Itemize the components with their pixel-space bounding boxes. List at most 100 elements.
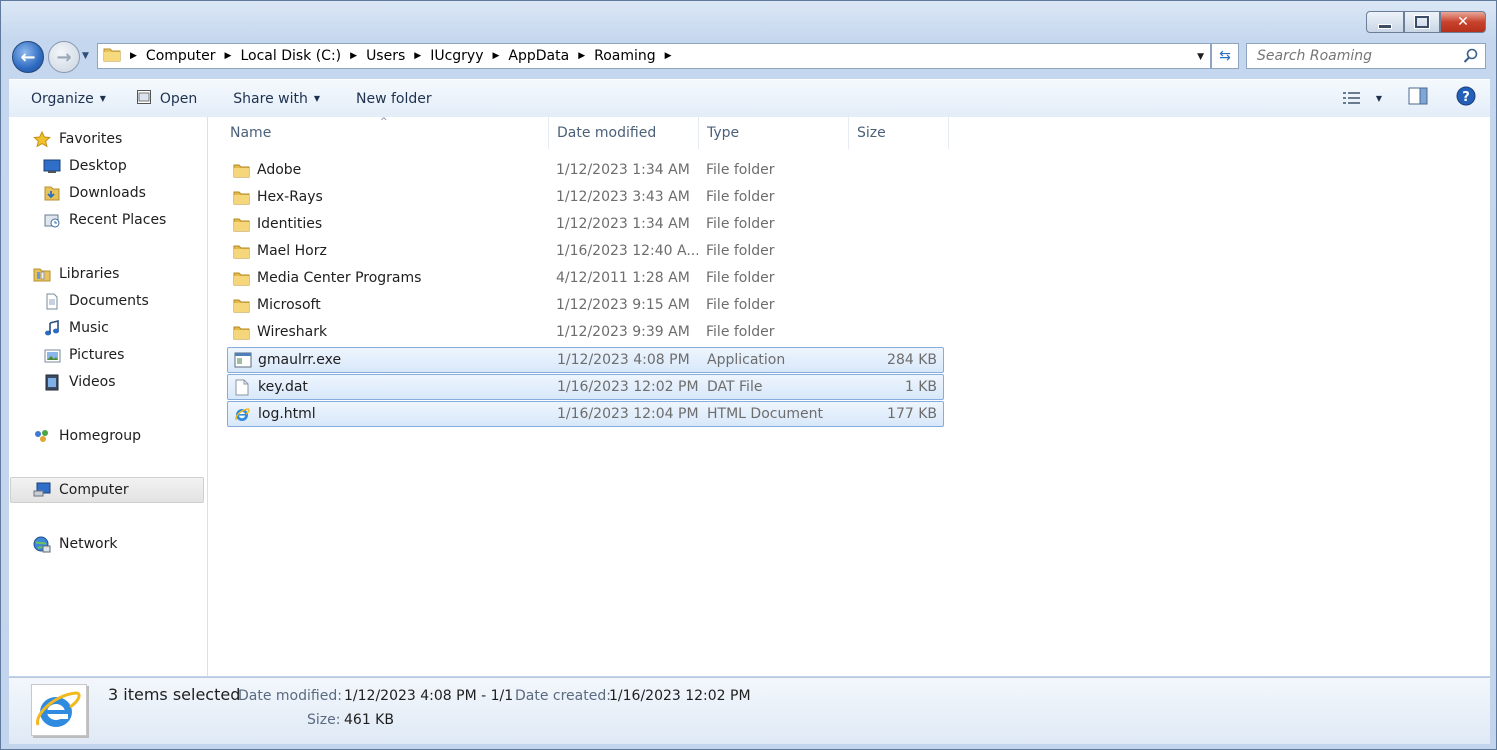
- file-type: File folder: [706, 189, 775, 205]
- maximize-button[interactable]: [1404, 11, 1440, 33]
- column-header-size[interactable]: Size: [849, 117, 949, 149]
- breadcrumb-separator-icon[interactable]: ▶: [493, 51, 500, 61]
- address-bar[interactable]: ▶ Computer ▶ Local Disk (C:) ▶ Users ▶ I…: [97, 43, 1211, 69]
- file-date-modified: 1/12/2023 9:15 AM: [556, 297, 690, 313]
- nav-computer[interactable]: Computer: [33, 479, 129, 501]
- breadcrumb-separator-icon[interactable]: ▶: [350, 51, 357, 61]
- date-modified-value: 1/12/2023 4:08 PM - 1/1...: [344, 688, 514, 704]
- music-icon: [43, 319, 61, 336]
- new-folder-label: New folder: [356, 90, 432, 107]
- search-icon[interactable]: [1463, 48, 1479, 68]
- nav-music[interactable]: Music: [43, 317, 109, 339]
- breadcrumb-separator-icon[interactable]: ▶: [665, 51, 672, 61]
- preview-pane-icon: [1408, 87, 1428, 105]
- nav-videos[interactable]: Videos: [43, 371, 116, 393]
- file-row[interactable]: gmaulrr.exe 1/12/2023 4:08 PM Application 2…: [227, 347, 944, 373]
- close-icon: ✕: [1457, 14, 1469, 30]
- nav-recent-places[interactable]: Recent Places: [43, 209, 166, 231]
- nav-videos-label: Videos: [69, 374, 116, 390]
- help-icon: ?: [1456, 86, 1476, 106]
- share-with-label: Share with: [233, 90, 308, 107]
- file-type: Application: [707, 352, 786, 368]
- folder-icon: [233, 216, 250, 232]
- back-button[interactable]: ←: [12, 41, 44, 73]
- column-header-name[interactable]: Name: [222, 117, 549, 149]
- file-row[interactable]: log.html 1/16/2023 12:04 PM HTML Document 1…: [227, 401, 944, 427]
- breadcrumb-separator-icon[interactable]: ▶: [414, 51, 421, 61]
- file-date-modified: 1/16/2023 12:04 PM: [557, 406, 699, 422]
- file-row[interactable]: Identities 1/12/2023 1:34 AM File folder: [227, 212, 944, 238]
- recent-pages-dropdown[interactable]: ▼: [82, 51, 89, 61]
- svg-text:?: ?: [1462, 90, 1470, 105]
- selection-summary: 3 items selected: [108, 685, 241, 704]
- file-name: Adobe: [257, 162, 302, 178]
- new-folder-button[interactable]: New folder: [346, 80, 442, 117]
- column-header-type-label: Type: [707, 125, 740, 141]
- column-header-type[interactable]: Type: [699, 117, 849, 149]
- folder-icon: [103, 46, 121, 66]
- chevron-down-icon: ▼: [313, 94, 321, 103]
- breadcrumb-local-disk[interactable]: Local Disk (C:): [240, 48, 341, 64]
- window-controls: ✕: [1366, 11, 1486, 33]
- refresh-button[interactable]: ⇆: [1211, 43, 1239, 69]
- breadcrumb-users[interactable]: Users: [366, 48, 405, 64]
- forward-button[interactable]: →: [48, 41, 80, 73]
- file-type: File folder: [706, 270, 775, 286]
- organize-button[interactable]: Organize ▼: [21, 80, 116, 117]
- column-header-date-modified[interactable]: Date modified: [549, 117, 699, 149]
- preview-pane-button[interactable]: [1408, 87, 1428, 109]
- file-row[interactable]: Media Center Programs 4/12/2011 1:28 AM Fi…: [227, 266, 944, 292]
- breadcrumb-appdata[interactable]: AppData: [508, 48, 569, 64]
- file-name: Identities: [257, 216, 323, 232]
- breadcrumb-user[interactable]: IUcgryy: [430, 48, 483, 64]
- open-button[interactable]: Open: [126, 80, 207, 117]
- help-button[interactable]: ?: [1456, 86, 1476, 110]
- navigation-pane: Favorites Desktop Downloads Recent Place…: [9, 117, 208, 676]
- star-icon: [33, 130, 51, 147]
- nav-documents[interactable]: Documents: [43, 290, 149, 312]
- nav-favorites-label: Favorites: [59, 131, 123, 147]
- nav-music-label: Music: [69, 320, 109, 336]
- nav-downloads[interactable]: Downloads: [43, 182, 146, 204]
- view-controls: ▼ ?: [1342, 86, 1476, 110]
- breadcrumb-separator-icon[interactable]: ▶: [225, 51, 232, 61]
- nav-pictures[interactable]: Pictures: [43, 344, 124, 366]
- nav-network[interactable]: Network: [33, 533, 117, 555]
- file-row[interactable]: Mael Horz 1/16/2023 12:40 A... File folder: [227, 239, 944, 265]
- internet-explorer-icon: [234, 406, 251, 422]
- file-row[interactable]: Wireshark 1/12/2023 9:39 AM File folder: [227, 320, 944, 346]
- desktop-icon: [43, 158, 61, 174]
- change-view-button[interactable]: ▼: [1342, 90, 1382, 106]
- folder-icon: [233, 297, 250, 313]
- minimize-button[interactable]: [1366, 11, 1404, 33]
- nav-libraries[interactable]: Libraries: [33, 263, 119, 285]
- breadcrumb-computer[interactable]: Computer: [146, 48, 216, 64]
- date-created-value: 1/16/2023 12:02 PM: [609, 688, 751, 704]
- recent-places-icon: [43, 212, 61, 228]
- file-size: 284 KB: [887, 352, 937, 368]
- file-date-modified: 1/12/2023 9:39 AM: [556, 324, 690, 340]
- file-date-modified: 1/12/2023 4:08 PM: [557, 352, 690, 368]
- breadcrumb-separator-icon[interactable]: ▶: [578, 51, 585, 61]
- nav-pictures-label: Pictures: [69, 347, 125, 363]
- nav-network-label: Network: [59, 536, 118, 552]
- address-history-dropdown-icon[interactable]: ▼: [1197, 52, 1204, 62]
- share-with-button[interactable]: Share with ▼: [223, 80, 330, 117]
- file-date-modified: 1/12/2023 3:43 AM: [556, 189, 690, 205]
- file-row[interactable]: key.dat 1/16/2023 12:02 PM DAT File 1 KB: [227, 374, 944, 400]
- nav-favorites[interactable]: Favorites: [33, 128, 122, 150]
- network-icon: [33, 536, 51, 552]
- search-box[interactable]: [1246, 43, 1486, 69]
- search-input[interactable]: [1255, 47, 1459, 65]
- nav-homegroup[interactable]: Homegroup: [33, 425, 141, 447]
- file-name: Media Center Programs: [257, 270, 422, 286]
- file-row[interactable]: Hex-Rays 1/12/2023 3:43 AM File folder: [227, 185, 944, 211]
- file-row[interactable]: Adobe 1/12/2023 1:34 AM File folder: [227, 158, 944, 184]
- breadcrumb-separator-icon[interactable]: ▶: [130, 51, 137, 61]
- close-button[interactable]: ✕: [1440, 11, 1486, 33]
- breadcrumb-roaming[interactable]: Roaming: [594, 48, 656, 64]
- nav-desktop[interactable]: Desktop: [43, 155, 127, 177]
- file-date-modified: 4/12/2011 1:28 AM: [556, 270, 690, 286]
- file-row[interactable]: Microsoft 1/12/2023 9:15 AM File folder: [227, 293, 944, 319]
- file-size: 177 KB: [887, 406, 937, 422]
